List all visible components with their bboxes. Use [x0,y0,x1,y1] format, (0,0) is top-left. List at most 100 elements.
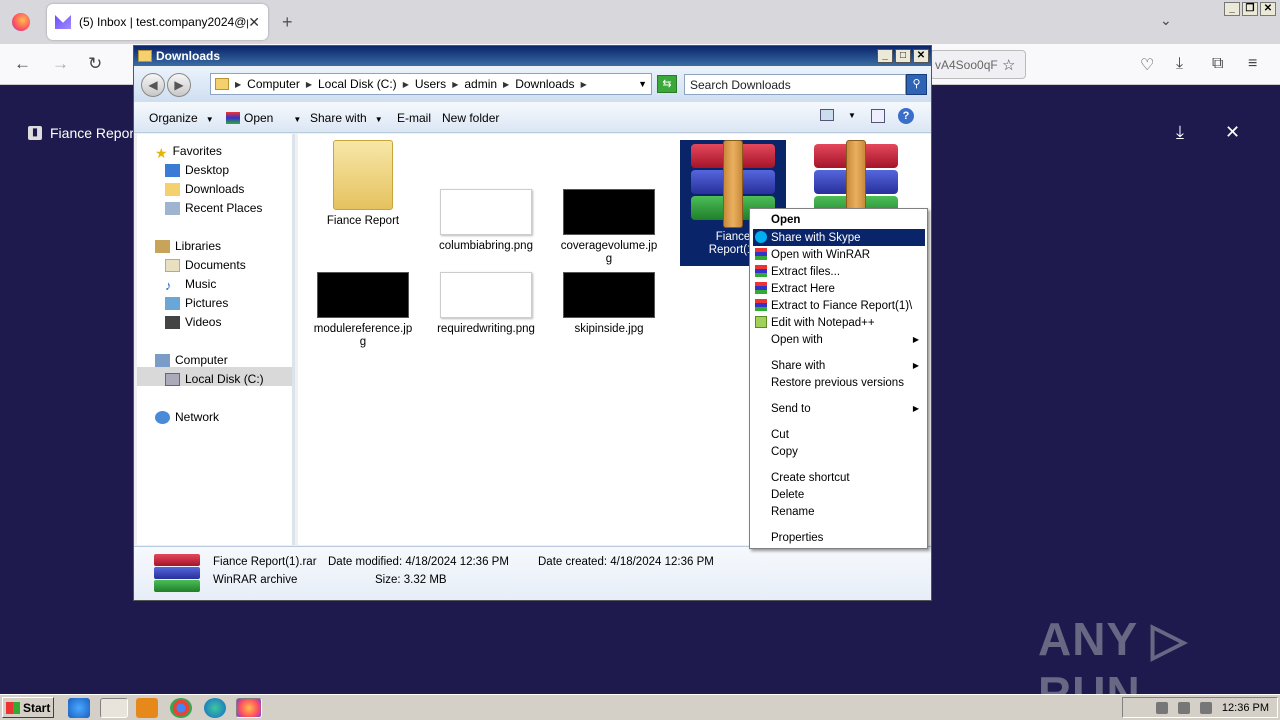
file-item-requiredwriting[interactable]: requiredwriting.png [431,272,541,336]
help-icon[interactable]: ? [898,108,914,124]
menu-item-edit-notepadpp[interactable]: Edit with Notepad++ [753,314,925,331]
star-icon: ★ [155,144,168,161]
minimize-button[interactable]: _ [1224,2,1240,16]
nav-recent-places[interactable]: Recent Places [165,201,262,215]
forward-arrow-icon[interactable]: → [52,54,69,74]
breadcrumb-downloads[interactable]: Downloads [515,77,574,91]
preview-pane-icon[interactable] [871,109,885,123]
share-with-button[interactable]: Share with ▼ [310,111,383,125]
menu-item-extract-here[interactable]: Extract Here [753,280,925,297]
view-dropdown-icon[interactable]: ▼ [848,111,856,120]
reload-icon[interactable]: ↻ [88,54,102,74]
address-dropdown-icon[interactable]: ▼ [638,79,647,89]
command-bar: Organize ▼ Open ▼ Share with ▼ E-mail New f… [134,102,931,133]
volume-icon[interactable] [1155,701,1168,714]
open-button[interactable]: Open ▼ [226,111,301,125]
breadcrumb-computer[interactable]: Computer [247,77,300,91]
skype-icon [755,231,767,243]
search-input[interactable]: Search Downloads [684,74,906,95]
nav-documents[interactable]: Documents [165,258,246,272]
winrar-icon [755,248,767,260]
menu-item-extract-to[interactable]: Extract to Fiance Report(1)\ [753,297,925,314]
explorer-minimize-button[interactable]: _ [877,49,893,63]
downloads-icon[interactable]: ⤓ [1176,55,1183,73]
explorer-close-button[interactable]: ✕ [913,49,929,63]
menu-item-copy[interactable]: Copy [753,443,925,460]
breadcrumb-admin[interactable]: admin [464,77,497,91]
new-folder-button[interactable]: New folder [442,111,499,125]
firefox-taskbar-button[interactable] [236,698,262,718]
nav-favorites[interactable]: ★ Favorites [155,144,222,161]
menu-item-cut[interactable]: Cut [753,426,925,443]
chrome-taskbar-icon[interactable] [170,698,192,718]
address-bar[interactable]: ▶ Computer ▶ Local Disk (C:) ▶ Users ▶ admi… [210,73,652,95]
refresh-icon[interactable]: ⇆ [657,75,677,93]
menu-icon[interactable]: ≡ [1248,55,1257,73]
nav-computer[interactable]: Computer [155,353,228,367]
view-options-icon[interactable] [820,109,834,121]
winrar-icon [226,112,240,124]
image-thumbnail [317,272,409,318]
menu-item-rename[interactable]: Rename [753,503,925,520]
pocket-icon[interactable]: ♡ [1140,55,1154,75]
search-icon[interactable]: ⚲ [906,74,927,95]
menu-item-send-to[interactable]: Send to ▶ [753,400,925,417]
browser-tab-inbox[interactable]: (5) Inbox | test.company2024@pr ✕ [47,4,268,40]
explorer-taskbar-button[interactable] [100,698,128,718]
ie-taskbar-icon[interactable] [68,698,90,718]
network-tray-icon[interactable] [1177,701,1190,714]
menu-item-open-winrar[interactable]: Open with WinRAR [753,246,925,263]
nav-music[interactable]: ♪ Music [165,277,216,293]
firefox-logo-icon [12,13,30,31]
start-button[interactable]: Start [2,697,54,718]
nav-pictures[interactable]: Pictures [165,296,228,310]
menu-item-delete[interactable]: Delete [753,486,925,503]
organize-button[interactable]: Organize ▼ [149,111,214,125]
clock[interactable]: 12:36 PM [1222,702,1269,714]
menu-item-extract-files[interactable]: Extract files... [753,263,925,280]
explorer-title-bar[interactable]: Downloads _ □ ✕ [134,46,931,66]
tab-list-chevron-icon[interactable]: ⌄ [1160,12,1172,29]
file-item-modulereference[interactable]: modulereference.jp g [308,272,418,349]
explorer-maximize-button[interactable]: □ [895,49,911,63]
nav-videos[interactable]: Videos [165,315,221,329]
menu-item-share-skype[interactable]: Share with Skype [753,229,925,246]
explorer-forward-button[interactable]: ▶ [167,73,191,97]
detail-file-type: WinRAR archive [213,574,298,586]
edge-taskbar-icon[interactable] [204,698,226,718]
nav-libraries[interactable]: Libraries [155,239,221,253]
tab-close-icon[interactable]: ✕ [248,14,260,31]
file-item-fiance-report-folder[interactable]: Fiance Report [308,140,418,228]
drive-icon [165,372,180,386]
nav-network[interactable]: Network [155,410,219,424]
close-window-button[interactable]: ✕ [1260,2,1276,16]
menu-item-restore-versions[interactable]: Restore previous versions [753,374,925,391]
close-icon[interactable]: ✕ [1225,122,1240,143]
nav-downloads[interactable]: Downloads [165,182,244,196]
new-tab-button[interactable]: + [282,12,293,33]
menu-item-create-shortcut[interactable]: Create shortcut [753,469,925,486]
breadcrumb-users[interactable]: Users [415,77,446,91]
winrar-icon [755,265,767,277]
extensions-icon[interactable]: ⧉ [1212,55,1223,73]
menu-item-share-with[interactable]: Share with ▶ [753,357,925,374]
winrar-archive-icon [154,554,200,592]
nav-desktop[interactable]: Desktop [165,163,229,177]
menu-item-open-with[interactable]: Open with ▶ [753,331,925,348]
back-arrow-icon[interactable]: ← [14,54,31,74]
file-item-columbiabring[interactable]: columbiabring.png [431,189,541,253]
action-center-flag-icon[interactable] [1199,701,1212,714]
download-icon[interactable]: ⤓ [1176,122,1184,143]
menu-item-open[interactable]: Open [753,211,925,228]
menu-item-properties[interactable]: Properties [753,529,925,546]
explorer-back-button[interactable]: ◀ [141,73,165,97]
breadcrumb-local-disk[interactable]: Local Disk (C:) [318,77,397,91]
bookmark-star-icon[interactable]: ☆ [1002,56,1015,74]
image-thumbnail [440,189,532,235]
restore-button[interactable]: ❐ [1242,2,1258,16]
file-item-coveragevolume[interactable]: coveragevolume.jp g [554,189,664,266]
nav-local-disk[interactable]: Local Disk (C:) [165,372,264,386]
file-item-skipinside[interactable]: skipinside.jpg [554,272,664,336]
media-player-taskbar-icon[interactable] [136,698,158,718]
email-button[interactable]: E-mail [397,111,431,125]
